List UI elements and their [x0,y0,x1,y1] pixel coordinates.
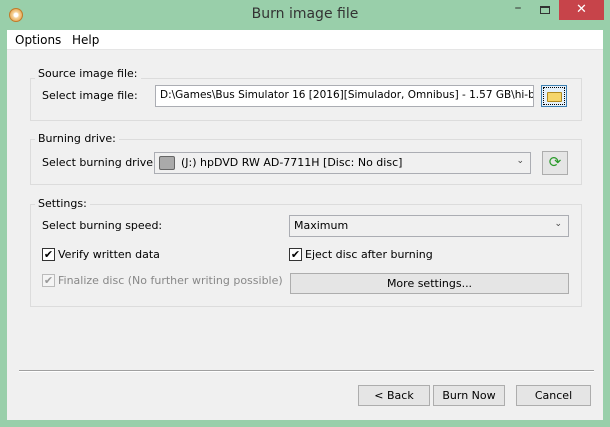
dialog-client: Options Help Source image file: Select i… [7,30,603,420]
drive-label: Select burning drive: [42,156,157,169]
image-file-label: Select image file: [42,89,138,102]
more-settings-button[interactable]: More settings... [290,273,569,294]
image-file-input[interactable]: D:\Games\Bus Simulator 16 [2016][Simulad… [155,85,534,107]
finalize-label: Finalize disc (No further writing possib… [58,274,283,287]
speed-value: Maximum [294,219,349,232]
source-group-label: Source image file: [35,67,141,80]
folder-icon [547,92,562,102]
eject-label: Eject disc after burning [305,248,433,261]
browse-button[interactable] [541,85,567,107]
verify-label: Verify written data [58,248,160,261]
chevron-down-icon: ⌄ [516,156,524,166]
maximize-button[interactable] [532,0,558,20]
chevron-down-icon: ⌄ [554,219,562,229]
back-button[interactable]: < Back [358,385,430,406]
finalize-checkbox[interactable]: ✔ Finalize disc (No further writing poss… [42,274,283,287]
refresh-icon: ⟳ [548,153,562,171]
maximize-icon [540,6,550,14]
refresh-drives-button[interactable]: ⟳ [542,151,568,175]
drive-icon [159,156,175,170]
drive-selected-value: (J:) hpDVD RW AD-7711H [Disc: No disc] [181,156,403,169]
eject-checkbox[interactable]: ✔ Eject disc after burning [289,248,433,261]
settings-group-label: Settings: [35,197,90,210]
burn-now-button[interactable]: Burn Now [433,385,505,406]
minimize-button[interactable]: – [505,0,531,20]
close-button[interactable]: ✕ [559,0,604,20]
drive-group-label: Burning drive: [35,132,119,145]
cancel-button[interactable]: Cancel [516,385,591,406]
menu-options[interactable]: Options [15,33,61,47]
verify-checkbox[interactable]: ✔ Verify written data [42,248,160,261]
drive-select[interactable]: (J:) hpDVD RW AD-7711H [Disc: No disc] ⌄ [154,152,531,174]
check-icon: ✔ [289,248,302,261]
menu-bar: Options Help [7,30,603,50]
menu-help[interactable]: Help [72,33,99,47]
title-bar[interactable]: Burn image file – ✕ [0,0,610,30]
check-icon: ✔ [42,274,55,287]
check-icon: ✔ [42,248,55,261]
separator [19,370,594,372]
speed-select[interactable]: Maximum ⌄ [289,215,569,237]
speed-label: Select burning speed: [42,219,163,232]
